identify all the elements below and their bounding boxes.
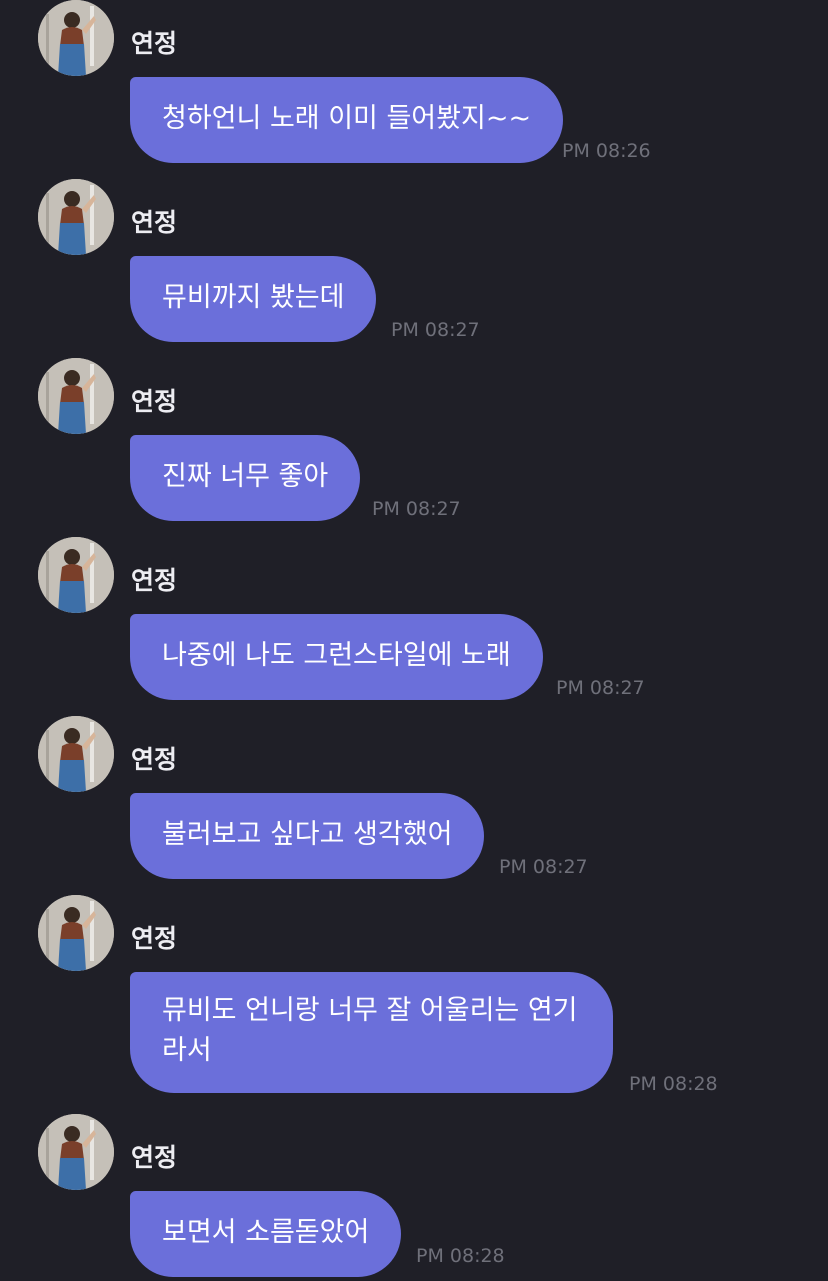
avatar[interactable] xyxy=(38,179,114,255)
avatar[interactable] xyxy=(38,895,114,971)
avatar[interactable] xyxy=(38,537,114,613)
message-time: PM 08:26 xyxy=(562,140,651,162)
profile-photo-icon xyxy=(38,537,114,613)
message-bubble[interactable]: 보면서 소름돋았어 xyxy=(130,1191,402,1277)
message-time: PM 08:28 xyxy=(629,1073,718,1095)
message-bubble[interactable]: 뮤비도 언니랑 너무 잘 어울리는 연기라서 xyxy=(130,972,613,1093)
message-bubble[interactable]: 나중에 나도 그런스타일에 노래 xyxy=(130,614,543,700)
message-time: PM 08:27 xyxy=(372,498,461,520)
sender-name: 연정 xyxy=(131,208,178,237)
message-bubble[interactable]: 뮤비까지 봤는데 xyxy=(130,256,377,342)
message-bubble[interactable]: 진짜 너무 좋아 xyxy=(130,435,361,521)
sender-name: 연정 xyxy=(131,745,178,774)
avatar[interactable] xyxy=(38,358,114,434)
profile-photo-icon xyxy=(38,716,114,792)
profile-photo-icon xyxy=(38,895,114,971)
message-time: PM 08:27 xyxy=(556,677,645,699)
avatar[interactable] xyxy=(38,0,114,76)
sender-name: 연정 xyxy=(131,924,178,953)
avatar[interactable] xyxy=(38,1114,114,1190)
sender-name: 연정 xyxy=(131,566,178,595)
avatar[interactable] xyxy=(38,716,114,792)
sender-name: 연정 xyxy=(131,29,178,58)
profile-photo-icon xyxy=(38,1114,114,1190)
profile-photo-icon xyxy=(38,0,114,76)
profile-photo-icon xyxy=(38,179,114,255)
message-time: PM 08:27 xyxy=(499,856,588,878)
chat-conversation: 연정 청하언니 노래 이미 들어봤지~~ PM 08:26 연정 뮤비까지 봤는… xyxy=(0,0,828,1281)
profile-photo-icon xyxy=(38,358,114,434)
sender-name: 연정 xyxy=(131,1143,178,1172)
message-bubble[interactable]: 청하언니 노래 이미 들어봤지~~ xyxy=(130,77,564,163)
sender-name: 연정 xyxy=(131,387,178,416)
message-time: PM 08:28 xyxy=(416,1245,505,1267)
message-bubble[interactable]: 불러보고 싶다고 생각했어 xyxy=(130,793,485,879)
message-time: PM 08:27 xyxy=(391,319,480,341)
